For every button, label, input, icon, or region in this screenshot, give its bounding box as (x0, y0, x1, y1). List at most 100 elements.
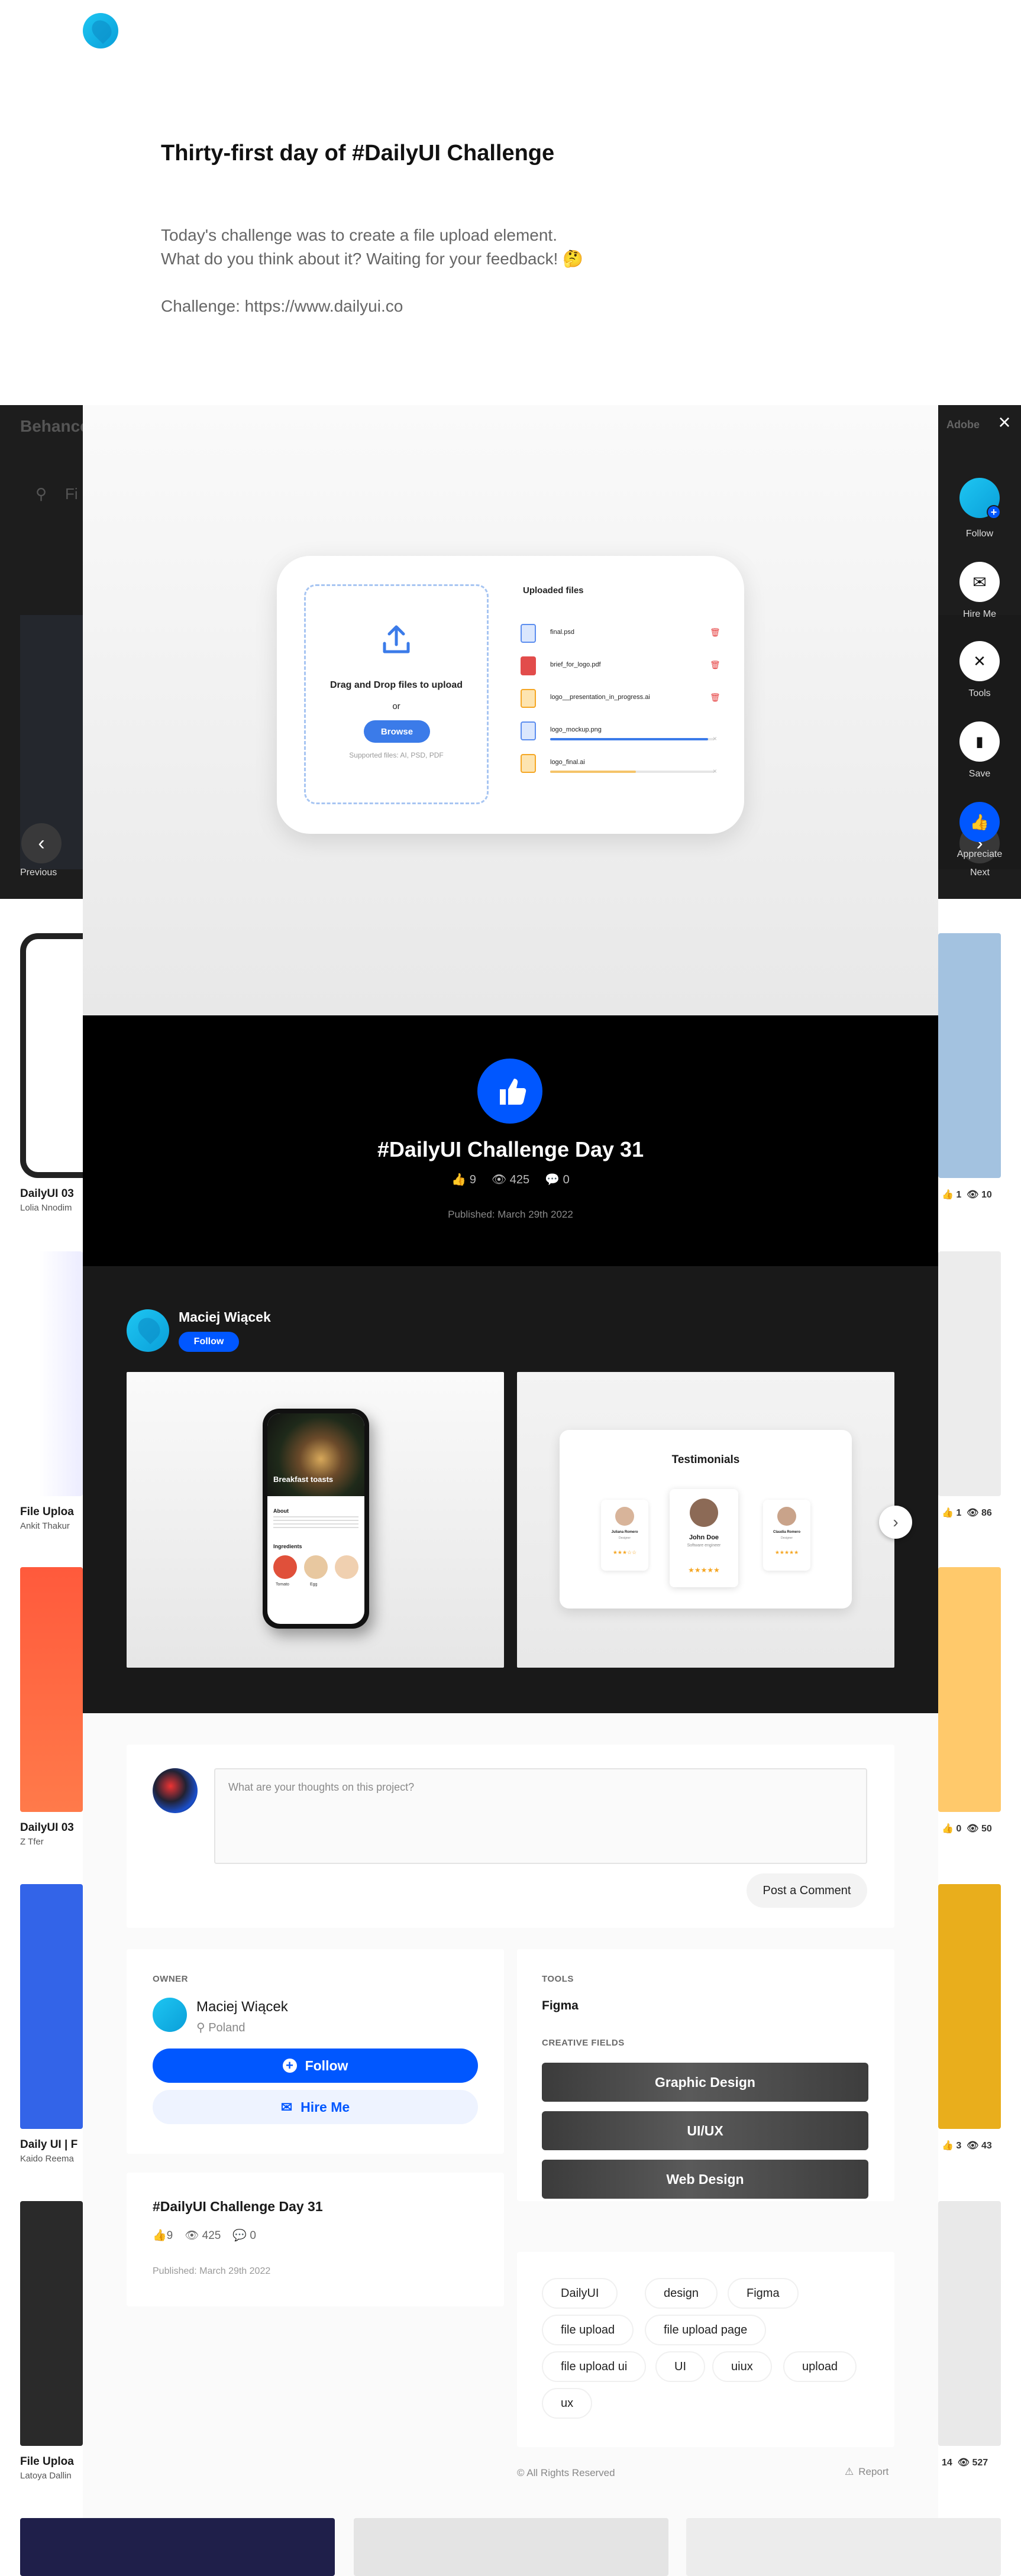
previous-project-button[interactable]: ‹ (21, 823, 62, 863)
drop-or: or (392, 701, 400, 711)
avatar (777, 1507, 796, 1526)
background-brand: Behance (20, 417, 89, 435)
background-card[interactable] (938, 2201, 1001, 2446)
ingredient-label: Egg (310, 1583, 318, 1587)
tool-figma[interactable]: Figma (542, 1999, 579, 2013)
appreciate-button[interactable] (477, 1059, 542, 1124)
tag[interactable]: design (645, 2278, 718, 2309)
mail-icon: ✉ (280, 2099, 293, 2115)
testimonial-name: John Doe (689, 1534, 719, 1541)
view-count: 10 (981, 1190, 992, 1200)
uploaded-title: Uploaded files (523, 585, 584, 596)
creative-field-ui-ux[interactable]: UI/UX (542, 2111, 868, 2150)
tag[interactable]: uiux (712, 2351, 772, 2382)
owner-follow-button[interactable]: Follow (179, 1332, 239, 1352)
project-thumbnail[interactable]: Testimonials Juliana Romero Designer ★★★… (517, 1372, 894, 1668)
project-thumbnail[interactable]: Breakfast toasts About Ingredients Tomat… (127, 1372, 504, 1668)
sidebar-appreciate-label[interactable]: Appreciate (941, 849, 1019, 860)
avatar (615, 1507, 634, 1526)
creative-field-web-design[interactable]: Web Design (542, 2160, 868, 2199)
project-owner-avatar[interactable] (83, 13, 118, 48)
file-icon (521, 721, 536, 740)
report-link[interactable]: ⚠ Report (845, 2466, 888, 2478)
sidebar-save-label[interactable]: Save (941, 769, 1019, 779)
background-card[interactable] (938, 1884, 1001, 2129)
testimonials-card: Testimonials Juliana Romero Designer ★★★… (560, 1430, 852, 1609)
tag[interactable]: ux (542, 2388, 593, 2419)
comment-input[interactable]: What are your thoughts on this project? (214, 1768, 867, 1864)
tag[interactable]: file upload ui (542, 2351, 647, 2382)
sidebar-hire-label[interactable]: Hire Me (941, 609, 1019, 620)
owner-panel-name[interactable]: Maciej Wiącek (196, 1999, 288, 2015)
adobe-label: Adobe (946, 419, 980, 431)
sidebar-tools-button[interactable]: ✕ (959, 641, 1000, 681)
background-card[interactable] (20, 2201, 83, 2446)
trash-icon: 🗑 (710, 660, 720, 669)
close-icon[interactable]: × (993, 410, 1016, 434)
progress-bar (550, 771, 636, 773)
ingredient-image (335, 1555, 358, 1579)
creative-field-graphic-design[interactable]: Graphic Design (542, 2063, 868, 2102)
plus-icon: + (987, 505, 1001, 519)
band-published: Published: March 29th 2022 (448, 1209, 573, 1220)
current-user-avatar (153, 1768, 198, 1813)
background-card[interactable] (686, 2518, 1001, 2576)
view-count: 43 (981, 2141, 992, 2151)
like-count: 3 (956, 2141, 962, 2151)
comments-stat: 💬 0 (545, 1172, 570, 1187)
chevron-left-icon: ‹ (38, 831, 45, 855)
next-label[interactable]: Next (970, 868, 990, 878)
tag[interactable]: upload (783, 2351, 857, 2382)
sidebar-owner-avatar[interactable]: + (959, 478, 1001, 519)
like-count: 14 (942, 2458, 952, 2468)
follow-button[interactable]: + Follow (153, 2048, 478, 2083)
sidebar-hire-button[interactable]: ✉ (959, 562, 1000, 602)
background-card[interactable] (354, 2518, 668, 2576)
tomato-image (273, 1555, 297, 1579)
tag[interactable]: file upload page (645, 2315, 767, 2345)
background-card[interactable] (20, 1567, 83, 1812)
project-title: Thirty-first day of #DailyUI Challenge (161, 141, 555, 166)
background-card[interactable] (20, 933, 83, 1178)
file-name: logo_final.ai (550, 759, 585, 766)
background-card[interactable] (938, 933, 1001, 1178)
creative-fields-label: CREATIVE FIELDS (542, 2038, 625, 2048)
hire-me-button[interactable]: ✉ Hire Me (153, 2090, 478, 2124)
tag[interactable]: file upload (542, 2315, 634, 2345)
previous-label[interactable]: Previous (20, 868, 57, 878)
owner-panel-avatar[interactable] (153, 1998, 187, 2032)
sidebar-tools-label[interactable]: Tools (941, 688, 1019, 699)
tag[interactable]: UI (655, 2351, 705, 2382)
file-name: final.psd (550, 629, 574, 636)
owner-avatar[interactable] (127, 1309, 169, 1352)
star-rating: ★★★★★ (774, 1549, 799, 1555)
owner-name[interactable]: Maciej Wiącek (179, 1309, 271, 1325)
thumbs-up-icon: 👍 (153, 2229, 167, 2242)
thumbs-up-icon: 👍 (451, 1173, 467, 1186)
owner-location: ⚲ Poland (196, 2020, 245, 2035)
background-card[interactable] (20, 1884, 83, 2129)
file-name: brief_for_logo.pdf (550, 661, 601, 668)
tag[interactable]: Figma (728, 2278, 799, 2309)
drop-title: Drag and Drop files to upload (329, 680, 463, 690)
background-card[interactable] (20, 1251, 83, 1496)
sidebar-appreciate-button[interactable]: 👍 (959, 802, 1000, 842)
sidebar-follow-label[interactable]: Follow (941, 529, 1019, 539)
background-card[interactable] (938, 1251, 1001, 1496)
background-card-author: Lolia Nnodim (20, 1203, 72, 1213)
plus-circle-icon: + (282, 2059, 297, 2073)
background-card-author: Z Tfer (20, 1837, 44, 1847)
background-card[interactable] (938, 1567, 1001, 1812)
tag[interactable]: DailyUI (542, 2278, 618, 2309)
carousel-next-button[interactable]: › (879, 1506, 912, 1539)
post-comment-button[interactable]: Post a Comment (747, 1873, 867, 1908)
tools-label: TOOLS (542, 1974, 574, 1984)
warning-icon: ⚠ (845, 2466, 854, 2477)
info-stats: 👍9 👁 425 💬 0 (153, 2228, 256, 2242)
likes-stat: 👍9 (153, 2228, 173, 2242)
background-card[interactable] (20, 2518, 335, 2576)
band-project-title: #DailyUI Challenge Day 31 (377, 1137, 644, 1161)
food-photo (267, 1413, 364, 1496)
like-count: 1 (956, 1508, 962, 1518)
sidebar-save-button[interactable]: ▮ (959, 721, 1000, 762)
